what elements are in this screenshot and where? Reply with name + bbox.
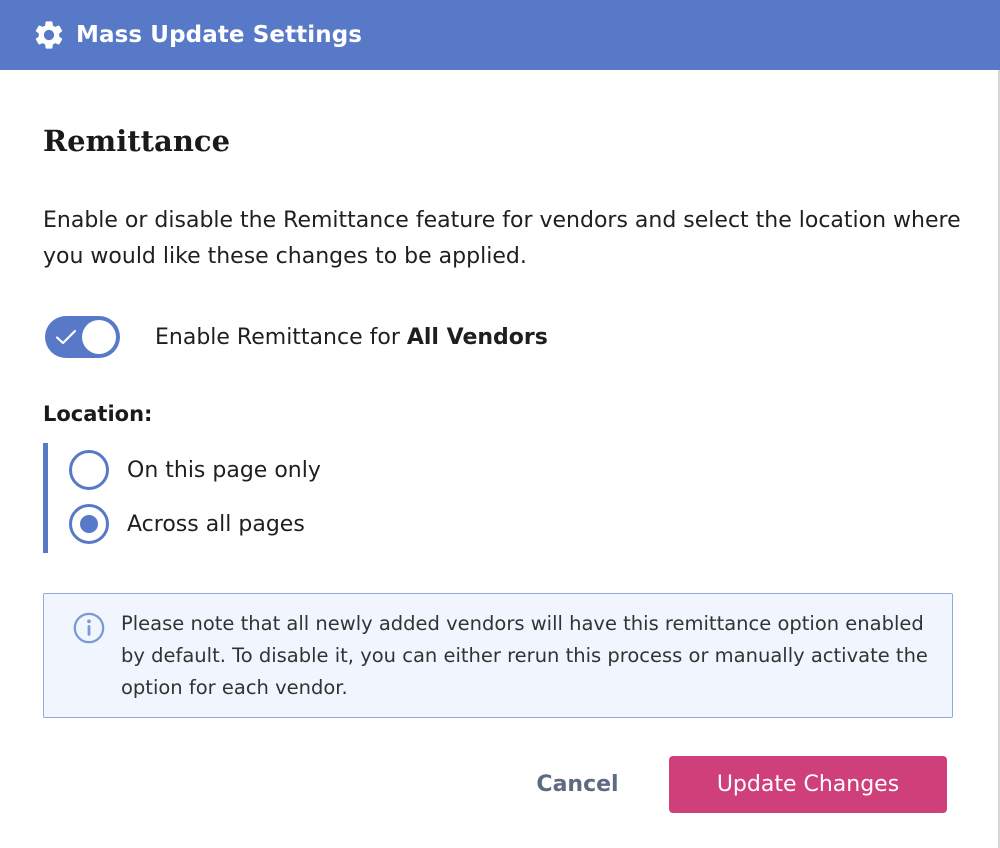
info-note: Please note that all newly added vendors… <box>43 593 953 718</box>
remittance-toggle[interactable] <box>45 316 120 358</box>
remittance-toggle-row: Enable Remittance for All Vendors <box>45 316 548 358</box>
location-label: Location: <box>43 402 153 426</box>
section-title: Remittance <box>43 124 231 158</box>
remittance-toggle-label: Enable Remittance for All Vendors <box>155 325 548 350</box>
dialog-header: Mass Update Settings <box>0 0 1000 70</box>
toggle-label-bold: All Vendors <box>406 324 548 350</box>
location-radio-group: On this page only Across all pages <box>43 443 321 553</box>
gear-icon <box>32 18 66 52</box>
section-description: Enable or disable the Remittance feature… <box>43 208 961 269</box>
radio-option-this-page[interactable]: On this page only <box>69 443 321 497</box>
info-icon <box>73 612 105 644</box>
toggle-knob <box>82 320 116 354</box>
check-icon <box>55 329 77 345</box>
radio-label-all-pages: Across all pages <box>127 511 305 537</box>
dialog-title: Mass Update Settings <box>76 22 363 48</box>
info-note-text: Please note that all newly added vendors… <box>121 612 928 699</box>
update-changes-button[interactable]: Update Changes <box>669 756 947 813</box>
mass-update-dialog: Mass Update Settings Remittance Enable o… <box>0 0 1000 848</box>
radio-button-this-page[interactable] <box>69 450 109 490</box>
toggle-label-prefix: Enable Remittance for <box>155 324 407 350</box>
cancel-button[interactable]: Cancel <box>520 756 635 813</box>
radio-label-this-page: On this page only <box>127 457 321 483</box>
radio-button-all-pages[interactable] <box>69 504 109 544</box>
radio-option-all-pages[interactable]: Across all pages <box>69 497 321 551</box>
